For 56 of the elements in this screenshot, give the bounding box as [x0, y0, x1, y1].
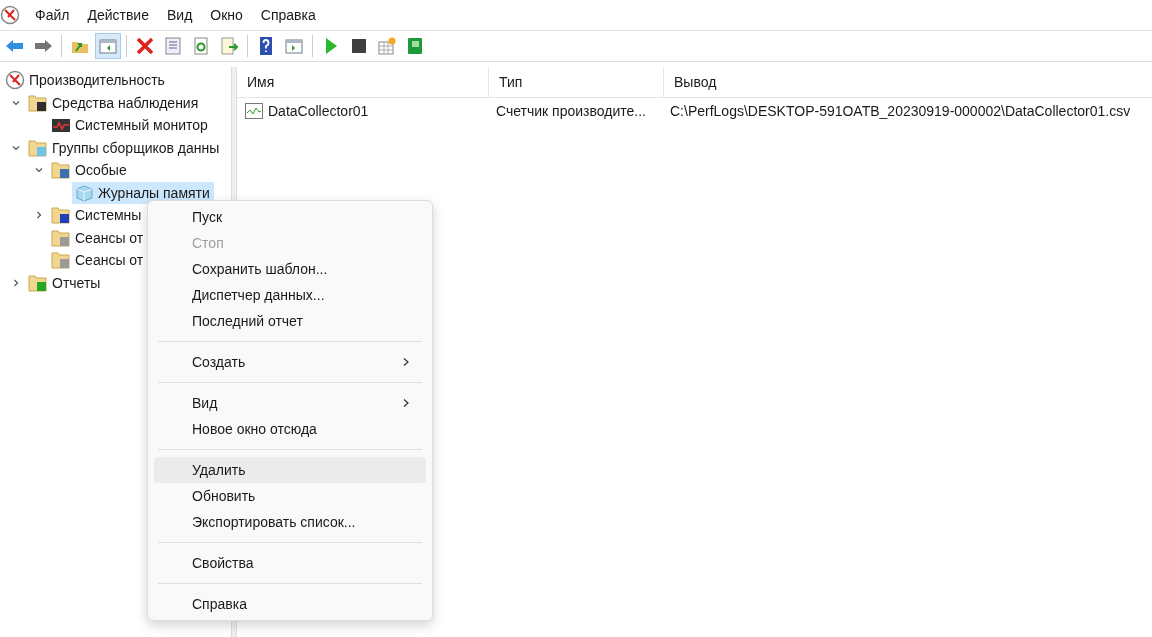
menu-item[interactable]: Экспортировать список...	[154, 509, 426, 535]
export-list-icon	[219, 36, 239, 56]
tree-item[interactable]: Группы сборщиков данны	[26, 136, 224, 159]
menu-item[interactable]: Вид	[154, 390, 426, 416]
folder-icon	[28, 92, 48, 113]
menu-item[interactable]: Действие	[78, 7, 158, 23]
stop-icon	[349, 36, 369, 56]
chevron-right-icon[interactable]	[34, 210, 44, 221]
menu-item[interactable]: Свойства	[154, 550, 426, 576]
tree-item[interactable]: Сеансы от	[49, 249, 148, 272]
table-cell: DataCollector01	[268, 103, 369, 119]
tree-item[interactable]: Системны	[49, 204, 146, 227]
folder-icon	[28, 137, 48, 158]
menu-item[interactable]: Обновить	[154, 483, 426, 509]
chevron-right-icon	[402, 357, 410, 367]
folder-icon	[51, 160, 71, 181]
tree-item[interactable]: Особые	[49, 159, 131, 182]
folder-icon	[51, 227, 71, 248]
menu-item[interactable]: Пуск	[154, 204, 426, 230]
menu-item[interactable]: Удалить	[154, 457, 426, 483]
column-header[interactable]: Имя	[237, 67, 489, 97]
table-cell: Счетчик производите...	[496, 103, 646, 119]
new-calendar-icon	[377, 36, 397, 56]
tree-pane-icon	[98, 36, 118, 56]
properties-icon	[163, 36, 183, 56]
menu-item[interactable]: Окно	[201, 7, 252, 23]
menu-item[interactable]: Создать	[154, 349, 426, 375]
menu-item[interactable]: Вид	[157, 7, 202, 23]
menu-item[interactable]: Файл	[26, 7, 79, 23]
action-pane-icon	[284, 36, 304, 56]
menu-item[interactable]: Диспетчер данных...	[154, 282, 426, 308]
menu-item[interactable]: Справка	[251, 7, 325, 23]
tree-item[interactable]: Средства наблюдения	[26, 91, 203, 114]
delete-icon	[135, 36, 155, 56]
tree-item[interactable]: Сеансы от	[49, 226, 148, 249]
menu-item[interactable]: Сохранить шаблон...	[154, 256, 426, 282]
tree-item[interactable]: Системный монитор	[49, 114, 212, 137]
chart-file-icon	[245, 103, 263, 119]
cube-icon	[74, 182, 94, 203]
folder-icon	[28, 272, 48, 293]
performance-gauge-icon	[5, 70, 25, 91]
tree-item[interactable]: Производительность	[3, 69, 169, 92]
menu-item[interactable]: Справка	[154, 591, 426, 617]
chevron-right-icon[interactable]	[11, 277, 21, 288]
refresh-icon	[191, 36, 211, 56]
menu-item[interactable]: Новое окно отсюда	[154, 416, 426, 442]
folder-icon	[51, 250, 71, 271]
book-icon	[405, 36, 425, 56]
tree-item[interactable]: Отчеты	[26, 271, 105, 294]
table-cell: C:\PerfLogs\DESKTOP-591OATB_20230919-000002\DataCollector01.csv	[670, 103, 1131, 119]
menu-item[interactable]: Последний отчет	[154, 308, 426, 334]
column-header[interactable]: Тип	[489, 67, 664, 97]
tree-item[interactable]: Журналы памяти	[72, 181, 214, 204]
folder-icon	[51, 205, 71, 226]
column-header[interactable]: Вывод	[664, 67, 1152, 97]
chevron-right-icon	[402, 398, 410, 408]
